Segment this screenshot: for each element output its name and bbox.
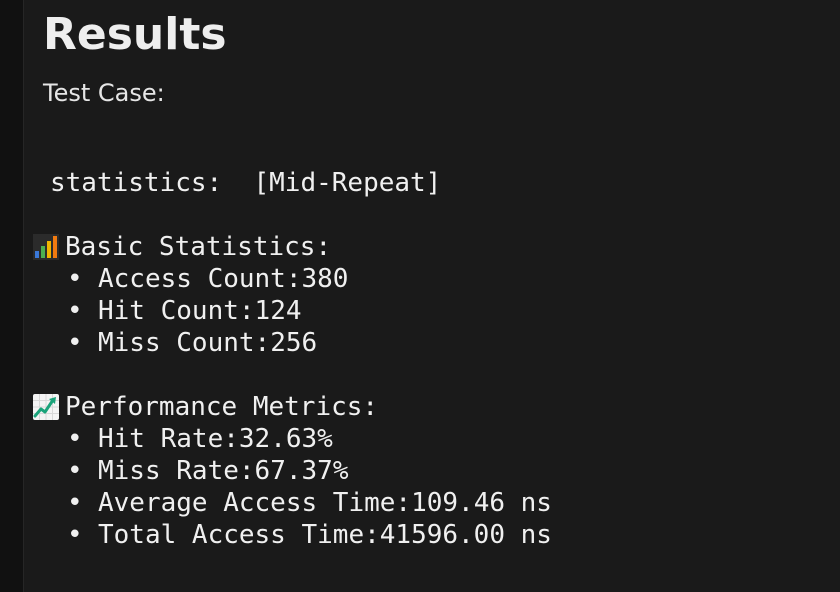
left-panel-edge [0,0,24,592]
total-access-time-label: Total Access Time: [98,520,380,550]
statistics-value: [Mid-Repeat] [253,168,442,198]
list-item: • Miss Count: 256 [67,327,348,359]
bullet: • [67,264,83,294]
performance-metrics-list: • Hit Rate: 32.63% • Miss Rate: 67.37% • Av… [67,423,552,551]
performance-metrics-heading: Performance Metrics: [33,391,378,423]
list-item: • Miss Rate: 67.37% [67,455,552,487]
test-case-label: Test Case: [43,79,165,107]
page-title: Results [43,9,227,60]
bullet: • [67,520,83,550]
access-count-label: Access Count: [98,264,302,294]
miss-count-label: Miss Count: [98,328,271,358]
list-item: • Average Access Time: 109.46 ns [67,487,552,519]
bullet: • [67,488,83,518]
average-access-time-value: 109.46 ns [411,488,552,518]
hit-rate-label: Hit Rate: [98,424,239,454]
hit-count-label: Hit Count: [98,296,255,326]
statistics-label: statistics: [50,168,223,198]
miss-count-value: 256 [270,328,318,358]
list-item: • Access Count: 380 [67,263,348,295]
bar-chart-icon [33,234,59,260]
miss-rate-label: Miss Rate: [98,456,255,486]
bullet: • [67,456,83,486]
hit-count-value: 124 [254,296,302,326]
hit-rate-value: 32.63% [238,424,333,454]
access-count-value: 380 [301,264,349,294]
average-access-time-label: Average Access Time: [98,488,412,518]
list-item: • Hit Rate: 32.63% [67,423,552,455]
list-item: • Hit Count: 124 [67,295,348,327]
bullet: • [67,424,83,454]
list-item: • Total Access Time: 41596.00 ns [67,519,552,551]
basic-statistics-title: Basic Statistics: [65,232,332,262]
results-panel: Results Test Case: statistics: [Mid-Repe… [24,0,840,592]
miss-rate-value: 67.37% [254,456,349,486]
bullet: • [67,296,83,326]
trending-up-icon [33,394,59,420]
statistics-line: statistics: [Mid-Repeat] [50,167,441,199]
performance-metrics-title: Performance Metrics: [65,392,379,422]
basic-statistics-list: • Access Count: 380 • Hit Count: 124 • Miss… [67,263,348,359]
basic-statistics-heading: Basic Statistics: [33,231,331,263]
total-access-time-value: 41596.00 ns [379,520,552,550]
bullet: • [67,328,83,358]
